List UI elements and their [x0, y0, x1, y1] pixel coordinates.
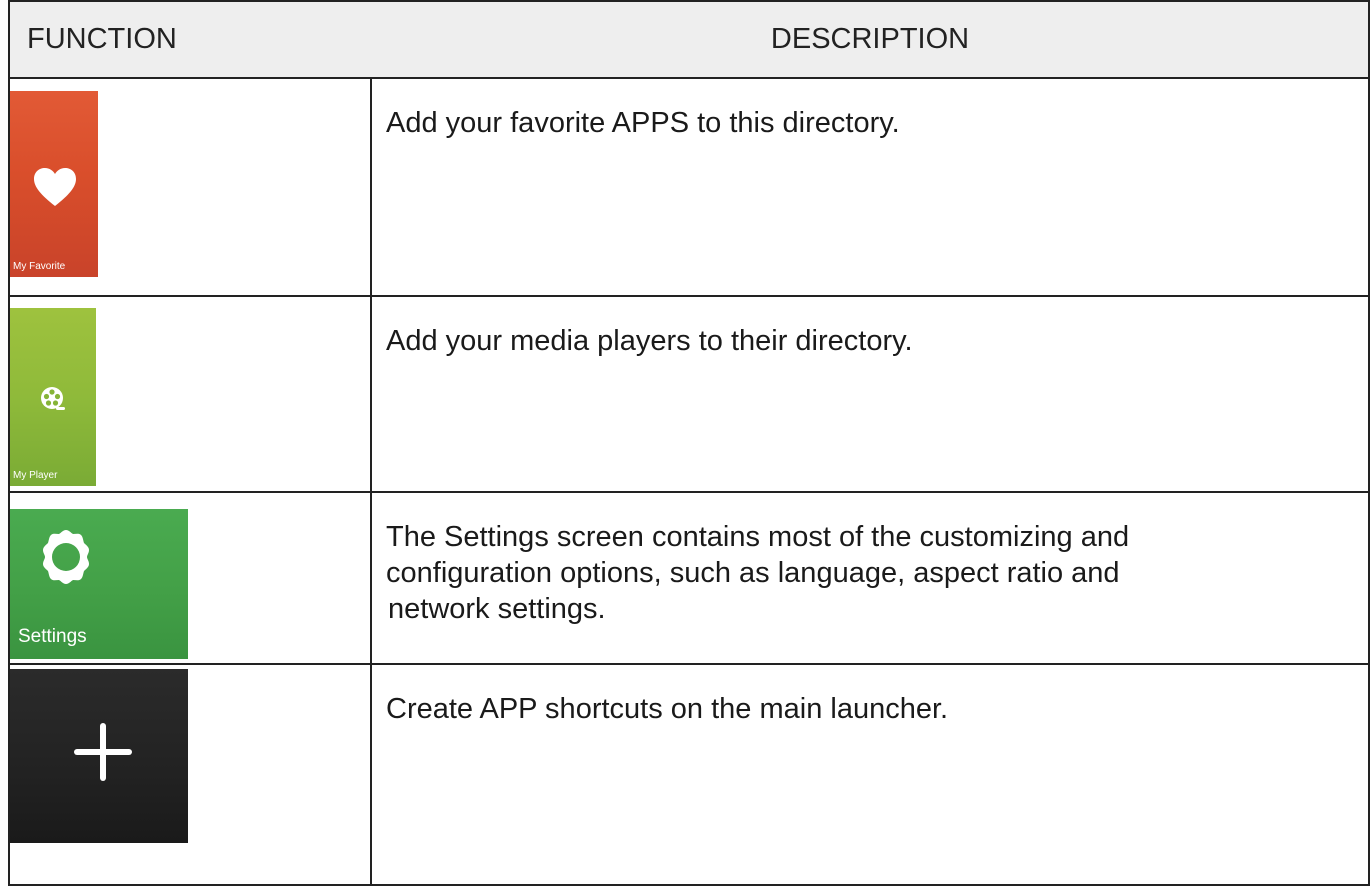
gear-icon [43, 530, 89, 584]
description-line: configuration options, such as language,… [386, 557, 1120, 589]
heart-icon [34, 168, 76, 206]
table-row: Create APP shortcuts on the main launche… [10, 663, 1368, 888]
description-line: Add your favorite APPS to this directory… [386, 107, 900, 139]
row-description: Create APP shortcuts on the main launche… [386, 691, 1352, 727]
header-function: FUNCTION [27, 23, 177, 55]
description-line: Create APP shortcuts on the main launche… [386, 693, 949, 725]
row-description: Add your media players to their director… [386, 323, 1352, 359]
header-description: DESCRIPTION [770, 23, 970, 55]
table-row: My Favorite Add your favorite APPS to th… [10, 77, 1368, 295]
my-favorite-tile[interactable]: My Favorite [10, 91, 98, 277]
description-line: Add your media players to their director… [386, 325, 913, 357]
tile-label: My Favorite [13, 261, 66, 272]
row-description: The Settings screen contains most of the… [386, 519, 1352, 627]
description-line: The Settings screen contains most of the… [386, 521, 1130, 553]
settings-tile[interactable]: Settings [10, 509, 188, 659]
description-line: network settings. [388, 593, 606, 625]
row-description: Add your favorite APPS to this directory… [386, 105, 1352, 141]
my-player-tile[interactable]: My Player [10, 308, 96, 486]
table-header-row: FUNCTION DESCRIPTION [10, 2, 1368, 77]
table-row: Settings The Settings screen contains mo… [10, 491, 1368, 663]
tile-label: Settings [18, 626, 87, 647]
table-row: My Player Add your media players to thei… [10, 295, 1368, 491]
plus-icon [74, 723, 132, 781]
function-table: FUNCTION DESCRIPTION My Favorite Add you… [8, 0, 1370, 886]
film-reel-icon [41, 387, 65, 410]
add-shortcut-tile[interactable] [10, 669, 188, 843]
tile-label: My Player [13, 470, 58, 481]
